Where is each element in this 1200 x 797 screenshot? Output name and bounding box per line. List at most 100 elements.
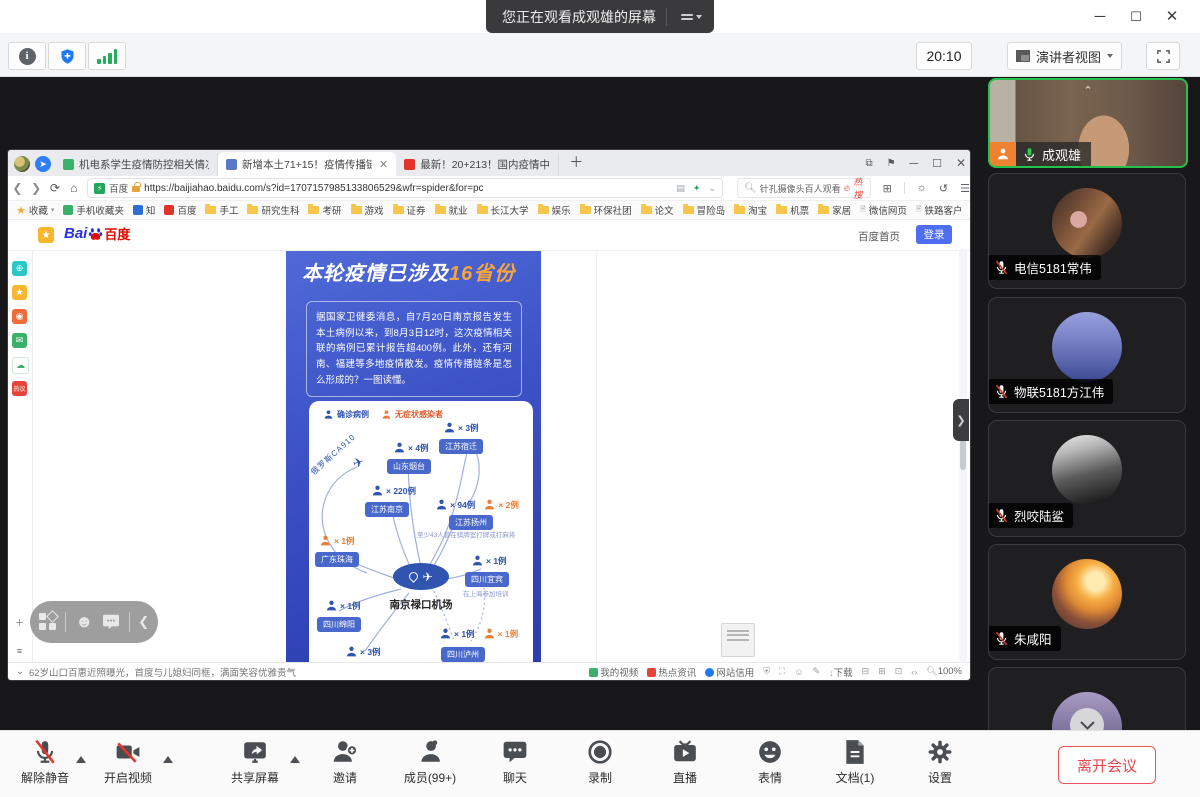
bookmark-folder[interactable]: 长江大学	[477, 203, 529, 217]
bookmark-folder[interactable]: 考研	[308, 203, 341, 217]
new-tab-button[interactable]: ＋	[569, 152, 583, 172]
chat-bubble-icon[interactable]	[102, 614, 120, 630]
baidu-logo[interactable]: Bai 百度	[64, 224, 130, 243]
security-button[interactable]	[48, 42, 86, 70]
red-app-icon[interactable]: 热议	[12, 381, 27, 396]
bookmark-folder[interactable]: 娱乐	[538, 203, 571, 217]
participant-tile-partial[interactable]	[988, 667, 1186, 730]
emoji-button[interactable]: 表情	[731, 739, 809, 786]
bookmark-folder[interactable]: 游戏	[351, 203, 384, 217]
docs-button[interactable]: 文档(1)	[816, 739, 894, 786]
close-button[interactable]: ✕	[1154, 0, 1190, 33]
browser-profile-avatar[interactable]	[14, 156, 30, 172]
list-icon[interactable]: ≡	[12, 643, 27, 658]
browser-minimize-button[interactable]: ─	[910, 156, 919, 170]
bookmark-folder[interactable]: 证券	[393, 203, 426, 217]
participant-tile[interactable]: 电信5181常伟	[988, 173, 1186, 289]
collapse-chevron-icon[interactable]: ❮	[138, 614, 149, 630]
record-button[interactable]: 录制	[561, 739, 639, 786]
login-button[interactable]: 登录	[916, 225, 952, 244]
reader-icon[interactable]: ▤	[676, 183, 685, 194]
meeting-info-button[interactable]: i	[8, 42, 46, 70]
bookmark-item[interactable]: 百度	[164, 203, 196, 217]
bookmark-folder[interactable]: 论文	[641, 203, 674, 217]
fullscreen-button[interactable]	[1146, 42, 1180, 70]
banner-menu-button[interactable]	[677, 12, 706, 22]
emoji-icon[interactable]: ☺	[794, 667, 803, 677]
browser-tab-3[interactable]: 最新！20+213！国内疫情中高	[396, 153, 559, 176]
apps-grid-icon[interactable]: ⊞	[883, 182, 892, 195]
forward-button[interactable]: ❯	[27, 181, 46, 195]
bookmark-item[interactable]: 🗎铁路客户	[916, 203, 963, 217]
view-mode-selector[interactable]: 演讲者视图	[1007, 42, 1122, 70]
speed-mode-icon[interactable]: ⚡	[94, 183, 105, 194]
bookmark-folder[interactable]: 家居	[818, 203, 851, 217]
bookmark-favorites[interactable]: ★收藏▾	[16, 203, 54, 217]
bookmark-folder[interactable]: 手工	[205, 203, 238, 217]
history-back-icon[interactable]: ↺	[939, 182, 948, 195]
bookmark-folder[interactable]: 研究生科	[247, 203, 299, 217]
share-screen-button[interactable]: 共享屏幕	[216, 739, 294, 786]
video-options-arrow[interactable]	[163, 756, 173, 763]
translate-icon[interactable]: ⊕	[12, 261, 27, 276]
my-videos-link[interactable]: 我的视频	[589, 665, 638, 679]
participant-tile-speaker[interactable]: ⌃ 成观雄	[988, 78, 1188, 168]
bookmark-folder[interactable]: 淘宝	[734, 203, 767, 217]
participant-tile[interactable]: 物联5181方江伟	[988, 297, 1186, 413]
annotation-toolbar[interactable]: ☻ ❮	[30, 601, 158, 643]
invite-button[interactable]: 邀请	[306, 739, 384, 786]
bookmark-item[interactable]: 知	[133, 203, 156, 217]
chat-button[interactable]: 聊天	[476, 739, 554, 786]
network-quality-button[interactable]	[88, 42, 126, 70]
live-stream-button[interactable]: 直播	[646, 739, 724, 786]
browser-tab-1[interactable]: 机电系学生疫情防控相关情况汇	[55, 153, 218, 176]
flag-icon[interactable]: ⚑	[887, 158, 896, 169]
back-button[interactable]: ❮	[8, 181, 27, 195]
cloud-icon[interactable]: ☁	[12, 357, 29, 374]
pen-icon[interactable]: ✎	[813, 666, 821, 677]
settings-button[interactable]: 设置	[901, 739, 979, 786]
news-ticker[interactable]: 62岁山口百惠近照曝光，首度与儿媳妇同框，满面笑容优雅贵气	[29, 665, 296, 679]
panel-expander[interactable]: ❯	[953, 399, 969, 441]
restore-tabs-icon[interactable]: ⧉	[865, 158, 872, 169]
bolt-icon[interactable]: ✦	[693, 183, 701, 194]
browser-maximize-button[interactable]: ☐	[932, 157, 942, 170]
chevron-down-icon[interactable]: ⌄	[16, 666, 24, 677]
browser-tab-2-active[interactable]: 新增本土71+15！疫情传播链— ✕	[218, 152, 396, 176]
minimize-button[interactable]: ─	[1082, 0, 1118, 33]
hot-search-box[interactable]: 🔍︎ 针孔摄像头百人观看 🔥︎ 热搜	[737, 178, 871, 198]
mic-options-arrow[interactable]	[76, 756, 86, 763]
window-icon[interactable]: ⊞	[878, 666, 886, 677]
add-icon[interactable]: ＋	[12, 615, 27, 630]
bookmark-folder[interactable]: 环保社团	[580, 203, 632, 217]
unmute-button[interactable]: 解除静音	[6, 739, 84, 786]
split-icon[interactable]: ⊡	[895, 666, 903, 677]
bookmark-item[interactable]: 🗎微信网页	[860, 203, 907, 217]
emoji-reaction-icon[interactable]: ☻	[75, 612, 93, 632]
bookmark-folder[interactable]: 机票	[776, 203, 809, 217]
screenshot-icon[interactable]: ⛶	[779, 666, 785, 677]
baidu-home-link[interactable]: 百度首页	[858, 229, 900, 244]
zoom-level[interactable]: 🔍︎100%	[926, 666, 962, 677]
url-text[interactable]: https://baijiahao.baidu.com/s?id=1707157…	[144, 183, 672, 194]
mail-icon[interactable]: ✉	[12, 333, 27, 348]
participant-tile[interactable]: 烈咬陆鲨	[988, 420, 1186, 537]
refresh-button[interactable]: ⟳	[46, 181, 65, 195]
sound-icon[interactable]: ‹›	[911, 667, 917, 677]
download-button[interactable]: ↓下载	[829, 665, 853, 679]
home-button[interactable]: ⌂	[64, 181, 83, 195]
maximize-button[interactable]: ☐	[1118, 0, 1154, 33]
browser-close-button[interactable]: ✕	[956, 156, 966, 170]
site-credit-link[interactable]: 网站信用	[705, 665, 754, 679]
browser-scrollbar[interactable]	[959, 248, 967, 662]
bookmark-item[interactable]: 手机收藏夹	[63, 203, 124, 217]
browser-menu-icon[interactable]: ☰	[960, 182, 970, 195]
panel-icon[interactable]: ⊟	[862, 666, 870, 677]
hot-news-link[interactable]: 热点资讯	[647, 665, 696, 679]
share-options-arrow[interactable]	[290, 756, 300, 763]
members-button[interactable]: 成员(99+)	[391, 739, 469, 786]
browser-logo-icon[interactable]: ➤	[35, 156, 51, 172]
weibo-icon[interactable]: ◉	[12, 309, 27, 324]
favorites-star-icon[interactable]: ★	[12, 285, 27, 300]
participant-tile[interactable]: 朱咸阳	[988, 544, 1186, 660]
